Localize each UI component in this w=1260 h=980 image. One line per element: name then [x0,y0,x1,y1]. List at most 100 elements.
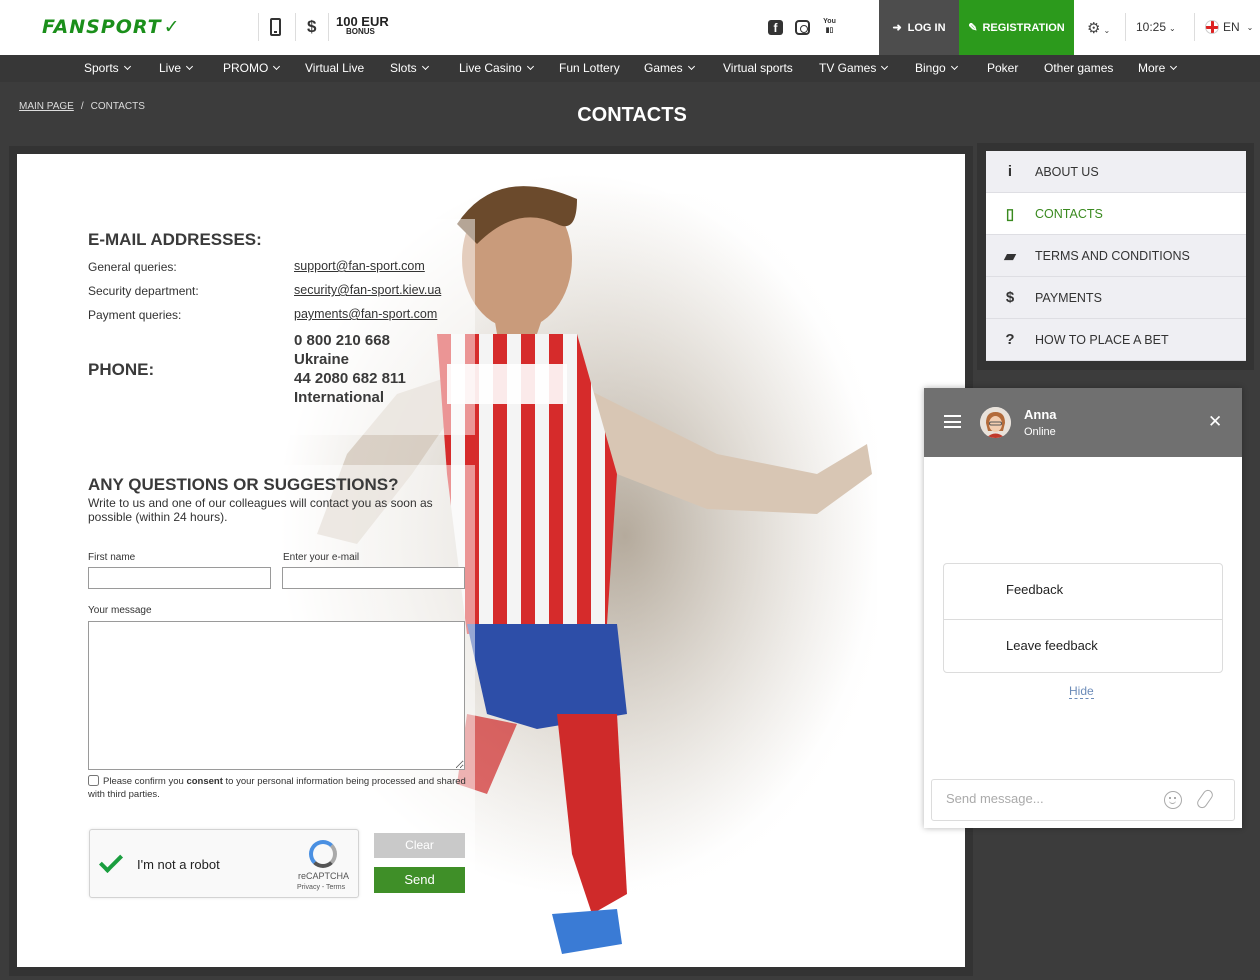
nav-item-live[interactable]: Live [159,61,194,75]
nav-item-virtual-sports[interactable]: Virtual sports [723,61,793,75]
chat-option-leave-feedback[interactable]: Leave feedback [944,619,1222,674]
book-icon: ▰ [1004,248,1016,265]
info-sidebar: i ABOUT US ▯ CONTACTS ▰ TERMS AND CONDIT… [986,151,1246,361]
nav-item-sports[interactable]: Sports [84,61,131,75]
recaptcha-logo-icon [309,840,337,868]
chat-hide-link[interactable]: Hide [1069,684,1094,699]
emoji-icon[interactable] [1164,791,1182,809]
sidebar-item-label: ABOUT US [1035,165,1099,179]
bonus-badge[interactable]: 100 EUR BONUS [336,15,389,36]
sidebar-item-label: HOW TO PLACE A BET [1035,333,1169,347]
main-nav: Sports Live PROMO Virtual Live Slots Liv… [0,55,1260,82]
contacts-panel: E-MAIL ADDRESSES: General queries: suppo… [17,154,965,967]
chat-options: Feedback Leave feedback [943,563,1223,673]
nav-item-live-casino[interactable]: Live Casino [459,61,534,75]
instagram-icon[interactable] [795,20,810,35]
chat-option-label: Leave feedback [1006,638,1098,653]
first-name-input[interactable] [88,567,271,589]
nav-item-other-games[interactable]: Other games [1044,61,1113,75]
top-header: FANSPORT ✓ $ 100 EUR BONUS f You ▮▯ ➜ LOG … [0,0,1260,55]
sidebar-item-about-us[interactable]: i ABOUT US [986,151,1246,193]
nav-item-games[interactable]: Games [644,61,695,75]
chat-message-input[interactable] [946,791,1146,806]
recaptcha-label: I'm not a robot [137,857,220,872]
sidebar-item-terms[interactable]: ▰ TERMS AND CONDITIONS [986,235,1246,277]
header-divider [1125,13,1126,41]
contact-info-box [87,219,475,435]
registration-label: REGISTRATION [982,21,1065,34]
phone-region: International [294,389,385,406]
nav-item-promo[interactable]: PROMO [223,61,281,75]
recaptcha-terms-link[interactable]: Privacy - Terms [297,884,345,891]
header-divider [295,13,296,41]
send-button[interactable]: Send [374,867,465,893]
nav-item-fun-lottery[interactable]: Fun Lottery [559,61,620,75]
consent-checkbox[interactable] [88,775,99,786]
mobile-phone-icon[interactable] [270,18,281,36]
security-label: Security department: [88,284,199,298]
login-icon: ➜ [892,22,902,34]
support-chat-widget: Anna Online ✕ Feedback Leave feedback Hi… [924,388,1242,828]
avatar [980,407,1011,438]
youtube-icon[interactable]: You ▮▯ [822,17,837,34]
recaptcha-widget[interactable]: I'm not a robot reCAPTCHA Privacy - Term… [89,829,359,898]
menu-icon[interactable] [944,415,961,428]
nav-item-virtual-live[interactable]: Virtual Live [305,61,364,75]
payment-queries-email-link[interactable]: payments@fan-sport.com [294,307,437,321]
consent-link[interactable]: consent [186,776,222,787]
header-divider [258,13,259,41]
first-name-label: First name [88,552,136,563]
general-queries-label: General queries: [88,260,177,274]
registration-button[interactable]: ✎ REGISTRATION [959,0,1074,55]
login-button[interactable]: ➜ LOG IN [879,0,959,55]
pencil-icon: ✎ [968,22,978,34]
nav-item-bingo[interactable]: Bingo [915,61,958,75]
form-description: Write to us and one of our colleagues wi… [88,496,433,524]
general-queries-email-link[interactable]: support@fan-sport.com [294,259,425,273]
nav-item-tv-games[interactable]: TV Games [819,61,889,75]
language-selector[interactable]: EN ⌄ [1205,20,1253,34]
agent-status: Online [1024,426,1056,438]
header-divider [1194,13,1195,41]
dollar-icon[interactable]: $ [307,17,316,37]
sidebar-item-contacts[interactable]: ▯ CONTACTS [986,193,1246,235]
phone-number: 0 800 210 668 [294,332,390,349]
sidebar-item-label: PAYMENTS [1035,291,1102,305]
attachment-icon[interactable] [1195,787,1215,811]
close-icon[interactable]: ✕ [1208,412,1222,432]
email-heading: E-MAIL ADDRESSES: [88,230,262,249]
chat-option-feedback[interactable]: Feedback [944,564,1222,619]
login-label: LOG IN [907,21,946,34]
checkmark-icon [98,848,124,874]
email-input[interactable] [282,567,465,589]
consent-text: Please confirm you [103,776,187,787]
clear-button[interactable]: Clear [374,833,465,858]
language-code: EN [1223,20,1240,34]
question-icon: ? [1005,331,1015,348]
payment-queries-label: Payment queries: [88,308,182,322]
clock-dropdown[interactable]: 10:25 ⌄ [1136,20,1176,34]
time-display: 10:25 [1136,20,1167,34]
form-heading: ANY QUESTIONS OR SUGGESTIONS? [88,475,399,494]
email-label: Enter your e-mail [283,552,360,563]
message-textarea[interactable] [88,621,465,770]
nav-item-slots[interactable]: Slots [390,61,429,75]
info-icon: i [1007,163,1013,180]
facebook-icon[interactable]: f [768,20,783,35]
chat-header: Anna Online ✕ [924,388,1242,457]
uk-flag-icon [1205,20,1219,34]
phone-number: 44 2080 682 811 [294,370,406,387]
sidebar-item-label: CONTACTS [1035,207,1103,221]
nav-item-poker[interactable]: Poker [987,61,1018,75]
consent-checkbox-label[interactable]: Please confirm you consent to your perso… [88,775,468,801]
agent-name: Anna [1024,407,1057,422]
sidebar-item-how-to-bet[interactable]: ? HOW TO PLACE A BET [986,319,1246,361]
security-email-link[interactable]: security@fan-sport.kiev.ua [294,283,441,297]
message-label: Your message [88,605,152,616]
fansport-logo[interactable]: FANSPORT ✓ [42,16,181,38]
sidebar-item-payments[interactable]: $ PAYMENTS [986,277,1246,319]
settings-icon[interactable]: ⚙ ⌄ [1087,19,1110,37]
nav-item-more[interactable]: More [1138,61,1178,75]
dollar-icon: $ [1005,289,1015,306]
mobile-phone-icon: ▯ [1005,206,1015,223]
